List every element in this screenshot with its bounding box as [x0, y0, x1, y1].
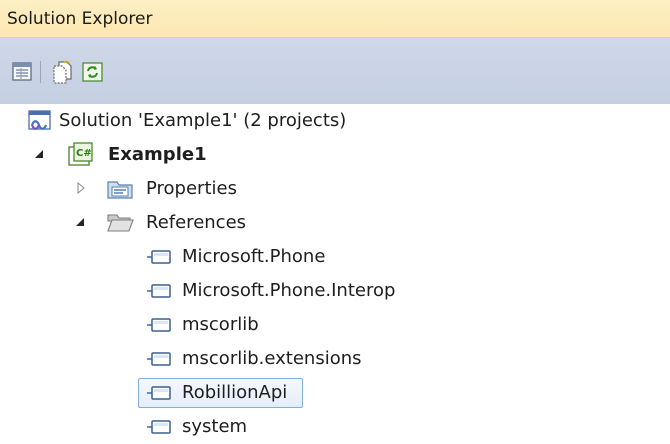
reference-icon [147, 250, 171, 264]
svg-text:C#: C# [76, 148, 92, 159]
open-folder-icon [107, 214, 134, 232]
tree-item-reference[interactable]: system [0, 410, 670, 444]
csharp-project-icon: C# [68, 142, 93, 166]
tree-item-reference-selected[interactable]: RobillionApi [0, 376, 670, 410]
tree-item-label: References [146, 212, 247, 233]
properties-window-button[interactable] [10, 59, 36, 85]
solution-explorer-title-bar: Solution Explorer [0, 0, 670, 38]
tree-item-references[interactable]: References [0, 206, 670, 240]
tree-item-label: Microsoft.Phone.Interop [182, 280, 396, 301]
tree-item-reference[interactable]: Microsoft.Phone.Interop [0, 274, 670, 308]
solution-icon [28, 110, 51, 130]
tree-item-reference[interactable]: mscorlib.extensions [0, 342, 670, 376]
refresh-button[interactable] [80, 59, 106, 85]
tree-item-solution[interactable]: Solution 'Example1' (2 projects) [0, 104, 670, 138]
properties-folder-icon [107, 181, 133, 199]
expanded-arrow-icon[interactable] [75, 215, 87, 229]
toolbar-separator [40, 61, 41, 83]
reference-icon [147, 420, 171, 434]
reference-icon [147, 284, 171, 298]
tree-item-label: Properties [146, 178, 237, 199]
reference-icon [147, 318, 171, 332]
tree-item-label: system [182, 416, 248, 437]
tree-item-reference[interactable]: Microsoft.Phone [0, 240, 670, 274]
tree-item-properties[interactable]: Properties [0, 172, 670, 206]
expanded-arrow-icon[interactable] [34, 147, 46, 161]
tree-item-label: mscorlib [182, 314, 259, 335]
collapsed-arrow-icon[interactable] [75, 181, 87, 195]
properties-window-icon [12, 62, 32, 81]
tree-item-reference[interactable]: mscorlib [0, 308, 670, 342]
tree-item-project[interactable]: C# Example1 [0, 138, 670, 172]
show-all-files-button[interactable] [50, 59, 76, 85]
tree-item-label: RobillionApi [182, 382, 288, 403]
reference-icon [147, 352, 171, 366]
tree-item-label: mscorlib.extensions [182, 348, 362, 369]
reference-icon [147, 386, 171, 400]
panel-title: Solution Explorer [7, 9, 153, 29]
tree-item-label: Microsoft.Phone [182, 246, 326, 267]
refresh-icon [82, 62, 103, 82]
solution-tree: Solution 'Example1' (2 projects) C# Exam… [0, 104, 670, 442]
tree-item-label: Example1 [108, 144, 207, 165]
tree-item-label: Solution 'Example1' (2 projects) [59, 110, 347, 131]
show-all-files-icon [53, 60, 72, 84]
